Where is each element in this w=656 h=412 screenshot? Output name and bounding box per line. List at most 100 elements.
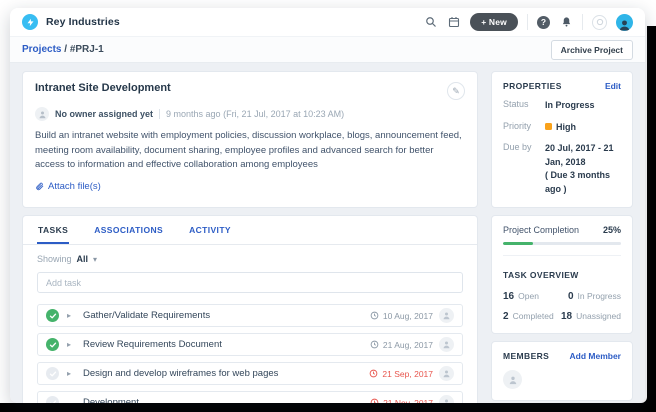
app-window: Rey Industries + New ? Proje xyxy=(10,8,645,403)
app-switcher-icon[interactable] xyxy=(592,15,607,30)
completion-row: Project Completion 25% xyxy=(503,225,621,235)
task-filter-row: Showing All ▾ xyxy=(37,254,463,264)
task-overview-stat: 18Unassigned xyxy=(561,311,621,322)
task-title: Design and develop wireframes for web pa… xyxy=(83,368,278,379)
navbar-divider-2 xyxy=(582,14,583,30)
due-date-range: 20 Jul, 2017 - 21 Jan, 2018 xyxy=(545,143,614,167)
task-row[interactable]: ▸ Review Requirements Document 21 Aug, 2… xyxy=(37,333,463,356)
task-expand-icon[interactable]: ▸ xyxy=(67,312,75,320)
priority-value: High xyxy=(545,121,576,135)
members-title: MEMBERS xyxy=(503,351,549,361)
navbar-actions: + New ? xyxy=(424,13,633,31)
properties-title: PROPERTIES xyxy=(503,81,562,91)
attach-files-link[interactable]: Attach file(s) xyxy=(35,181,101,192)
top-navbar: Rey Industries + New ? xyxy=(10,8,645,36)
due-by-value: 20 Jul, 2017 - 21 Jan, 2018 ( Due 3 mont… xyxy=(545,142,621,196)
task-overview-stat: 16Open xyxy=(503,291,561,302)
task-check-icon[interactable] xyxy=(46,396,59,403)
brand-logo[interactable] xyxy=(22,14,38,30)
members-header: MEMBERS Add Member xyxy=(503,351,621,361)
task-meta: 21 Aug, 2017 xyxy=(370,337,454,352)
add-member-link[interactable]: Add Member xyxy=(570,351,621,361)
help-icon[interactable]: ? xyxy=(537,16,550,29)
tab-activity[interactable]: ACTIVITY xyxy=(188,216,232,244)
new-button[interactable]: + New xyxy=(470,13,518,31)
members-panel: MEMBERS Add Member xyxy=(491,341,633,401)
breadcrumb-separator: / xyxy=(64,44,67,55)
due-note: ( Due 3 months ago ) xyxy=(545,170,610,194)
completion-panel: Project Completion 25% TASK OVERVIEW 16O… xyxy=(491,215,633,334)
sidebar-column: PROPERTIES Edit Status In Progress Prior… xyxy=(491,71,633,401)
priority-label: Priority xyxy=(503,121,545,135)
task-overview-stat: 2Completed xyxy=(503,311,561,322)
attach-files-label: Attach file(s) xyxy=(48,181,101,192)
task-list: ▸ Gather/Validate Requirements 10 Aug, 2… xyxy=(37,304,463,403)
project-title: Intranet Site Development xyxy=(35,82,171,94)
add-task-input[interactable] xyxy=(37,272,463,293)
completion-label: Project Completion xyxy=(503,225,579,235)
status-value: In Progress xyxy=(545,99,595,113)
properties-edit-link[interactable]: Edit xyxy=(605,81,621,91)
completion-percent: 25% xyxy=(603,225,621,235)
archive-project-button[interactable]: Archive Project xyxy=(551,40,633,60)
breadcrumb-projects-link[interactable]: Projects xyxy=(22,44,61,55)
owner-divider xyxy=(159,109,160,119)
tab-tasks[interactable]: TASKS xyxy=(37,216,69,244)
panel-divider xyxy=(503,255,621,256)
edit-pencil-icon[interactable]: ✎ xyxy=(447,82,465,100)
tab-associations[interactable]: ASSOCIATIONS xyxy=(93,216,164,244)
task-overview-grid: 16Open0In Progress2Completed18Unassigned xyxy=(503,291,621,322)
due-by-row: Due by 20 Jul, 2017 - 21 Jan, 2018 ( Due… xyxy=(503,142,621,196)
navbar-divider xyxy=(527,14,528,30)
properties-panel: PROPERTIES Edit Status In Progress Prior… xyxy=(491,71,633,208)
task-check-icon[interactable] xyxy=(46,367,59,380)
lightning-bolt-icon xyxy=(26,18,35,27)
task-due-date: 21 Sep, 2017 xyxy=(369,369,433,379)
assignee-avatar[interactable] xyxy=(439,395,454,403)
project-summary-card: Intranet Site Development ✎ No owner ass… xyxy=(22,71,478,208)
task-row[interactable]: ▸ Design and develop wireframes for web … xyxy=(37,362,463,385)
brand-name: Rey Industries xyxy=(46,16,120,28)
paperclip-icon xyxy=(35,182,44,191)
content-area: Intranet Site Development ✎ No owner ass… xyxy=(10,63,645,403)
bell-icon[interactable] xyxy=(559,15,573,29)
project-title-row: Intranet Site Development ✎ xyxy=(35,82,465,100)
task-due-date: 21 Aug, 2017 xyxy=(370,340,433,350)
task-meta: 21 Sep, 2017 xyxy=(369,366,454,381)
clock-icon xyxy=(370,311,379,320)
completion-progress-fill xyxy=(503,242,533,245)
tab-bar: TASKS ASSOCIATIONS ACTIVITY xyxy=(23,216,477,245)
task-title: Development xyxy=(83,397,139,403)
due-by-label: Due by xyxy=(503,142,545,196)
task-filter-dropdown[interactable]: All xyxy=(77,254,89,264)
user-avatar[interactable] xyxy=(616,14,633,31)
showing-label: Showing xyxy=(37,254,72,264)
task-title: Review Requirements Document xyxy=(83,339,222,350)
breadcrumb-current: #PRJ-1 xyxy=(70,44,104,55)
task-check-icon[interactable] xyxy=(46,309,59,322)
project-owner-row: No owner assigned yet 9 months ago (Fri,… xyxy=(35,107,465,121)
tasks-panel: Showing All ▾ ▸ Gather/Validate Requirem… xyxy=(23,245,477,403)
task-expand-icon[interactable]: ▸ xyxy=(67,370,75,378)
search-icon[interactable] xyxy=(424,15,438,29)
task-overview-title: TASK OVERVIEW xyxy=(503,270,579,280)
task-row[interactable]: ▸ Development 21 Nov, 2017 xyxy=(37,391,463,403)
task-check-icon[interactable] xyxy=(46,338,59,351)
chevron-down-icon[interactable]: ▾ xyxy=(93,255,97,264)
assignee-avatar[interactable] xyxy=(439,366,454,381)
owner-name[interactable]: No owner assigned yet xyxy=(55,109,153,119)
task-due-date: 10 Aug, 2017 xyxy=(370,311,433,321)
breadcrumb: Projects / #PRJ-1 xyxy=(22,44,104,55)
assignee-avatar[interactable] xyxy=(439,337,454,352)
task-row[interactable]: ▸ Gather/Validate Requirements 10 Aug, 2… xyxy=(37,304,463,327)
clock-icon xyxy=(370,398,379,403)
calendar-icon[interactable] xyxy=(447,15,461,29)
priority-row: Priority High xyxy=(503,121,621,135)
status-row: Status In Progress xyxy=(503,99,621,113)
task-expand-icon[interactable]: ▸ xyxy=(67,341,75,349)
main-column: Intranet Site Development ✎ No owner ass… xyxy=(22,71,478,403)
priority-high-icon xyxy=(545,123,552,130)
member-avatar[interactable] xyxy=(503,370,522,389)
assignee-avatar[interactable] xyxy=(439,308,454,323)
task-due-date: 21 Nov, 2017 xyxy=(370,398,433,403)
